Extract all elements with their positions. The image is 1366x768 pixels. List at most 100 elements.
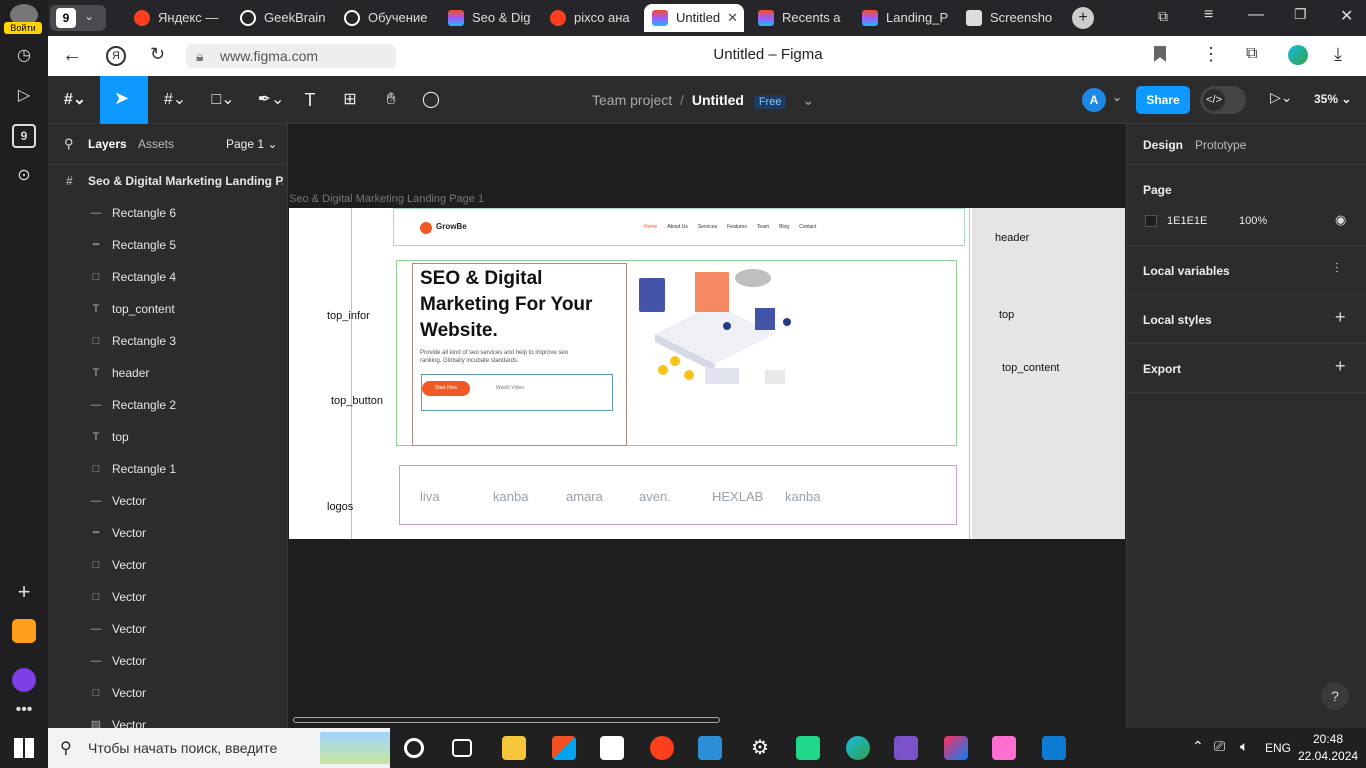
layer-item[interactable]: □ Vector [48, 549, 287, 581]
cortana-icon[interactable] [404, 738, 424, 758]
canvas[interactable]: Seo & Digital Marketing Landing Page 1 h… [289, 124, 1125, 728]
url-field[interactable]: 🔒︎ www.figma.com [186, 44, 396, 68]
layer-item[interactable]: — Vector [48, 645, 287, 677]
avatar[interactable]: A [1082, 88, 1106, 112]
share-button[interactable]: Share [1136, 86, 1190, 114]
horizontal-scrollbar[interactable] [293, 717, 720, 723]
site-nav-item[interactable]: Contact [799, 224, 816, 230]
layer-item[interactable]: — Vector [48, 485, 287, 517]
frame-tool-icon[interactable]: #⌄ [160, 88, 190, 112]
site-nav-item[interactable]: Features [727, 224, 747, 230]
logos-rect[interactable]: liva kanba amara aven. HEXLAB kanba [399, 465, 957, 525]
help-button[interactable]: ? [1321, 682, 1349, 710]
site-nav-item[interactable]: Home [644, 224, 657, 230]
paint-app-icon[interactable] [992, 736, 1016, 760]
page-selector[interactable]: Page 1 ⌄ [226, 137, 277, 151]
file-explorer-icon[interactable] [502, 736, 526, 760]
label-top-content[interactable]: top_content [1002, 362, 1060, 374]
chevron-up-icon[interactable]: ⌃ [1192, 738, 1204, 755]
media-icon[interactable]: ▷ [12, 84, 36, 108]
layer-item[interactable]: Ttop [48, 421, 287, 453]
edge-icon[interactable] [846, 736, 870, 760]
tab-landing[interactable]: Landing_P [854, 4, 954, 32]
top-content-rect[interactable]: SEO & Digital Marketing For Your Website… [412, 263, 627, 446]
label-top-infor[interactable]: top_infor [327, 310, 370, 322]
tab-yandex[interactable]: Яндекс — [126, 4, 226, 32]
landing-frame[interactable]: header top top_content top_infor top_but… [289, 208, 1125, 539]
dev-mode-toggle[interactable]: </> [1200, 86, 1246, 114]
mail-icon[interactable] [12, 619, 36, 643]
screenshot-icon[interactable]: ⊙ [12, 164, 36, 188]
language-indicator[interactable]: ENG [1265, 741, 1291, 755]
site-nav-item[interactable]: Team [757, 224, 769, 230]
layer-item[interactable]: — Rectangle 2 [48, 389, 287, 421]
yandex-logo-icon[interactable]: Я [106, 46, 126, 66]
add-export-icon[interactable]: + [1335, 356, 1346, 377]
start-now-button[interactable]: Start Now [422, 381, 470, 396]
local-variables-section[interactable]: Local variables ⫶ [1127, 246, 1366, 295]
add-icon[interactable]: + [12, 580, 36, 604]
network-icon[interactable]: ⎚ [1214, 738, 1225, 755]
export-section[interactable]: Export + [1127, 344, 1366, 393]
alice-icon[interactable] [12, 668, 36, 692]
clock-date[interactable]: 22.04.2024 [1298, 749, 1358, 763]
layer-item[interactable]: Theader [48, 357, 287, 389]
search-icon[interactable]: ⚲ [64, 136, 74, 152]
project-name[interactable]: Team project [592, 92, 672, 108]
login-button[interactable]: Войти [4, 22, 42, 34]
tab-prototype[interactable]: Prototype [1195, 138, 1246, 152]
header-rect[interactable]: GrowBe Home About Us Services Features Team B… [393, 208, 965, 246]
text-tool-icon[interactable]: T [300, 88, 320, 112]
frame-title[interactable]: Seo & Digital Marketing Landing Page 1 [289, 193, 484, 205]
site-nav-item[interactable]: Services [698, 224, 717, 230]
close-window-icon[interactable]: ✕ [1340, 6, 1353, 26]
task-view-icon[interactable] [452, 739, 472, 757]
layer-item[interactable]: □ Rectangle 1 [48, 453, 287, 485]
site-nav-item[interactable]: About Us [667, 224, 688, 230]
file-name[interactable]: Untitled [692, 92, 744, 108]
taskbar-search[interactable]: ⚲ Чтобы начать поиск, введите [48, 728, 390, 768]
chevron-down-icon[interactable]: ⌄ [802, 92, 814, 108]
components-icon[interactable]: ⊞ [340, 88, 360, 112]
app-icon[interactable] [698, 736, 722, 760]
tab-recents[interactable]: Recents a [750, 4, 850, 32]
tab-layers[interactable]: Layers [88, 137, 127, 151]
counter-icon[interactable]: 9 [12, 124, 36, 148]
tab-counter[interactable]: 9 ⌄ [50, 5, 106, 31]
more-icon[interactable]: ••• [12, 698, 36, 722]
layer-item[interactable]: ┅ Vector [48, 517, 287, 549]
hand-tool-icon[interactable]: ✋︎ [380, 88, 402, 112]
vscode-icon[interactable] [1042, 736, 1066, 760]
bookmark-icon[interactable] [1154, 46, 1166, 62]
present-icon[interactable]: ▷⌄ [1270, 89, 1293, 106]
tab-pixco[interactable]: pixco ана [542, 4, 642, 32]
clock-time[interactable]: 20:48 [1300, 732, 1356, 746]
label-top-button[interactable]: top_button [331, 395, 383, 407]
layer-item[interactable]: □ Vector [48, 677, 287, 709]
pycharm-icon[interactable] [796, 736, 820, 760]
label-logos[interactable]: logos [327, 501, 353, 513]
site-nav-item[interactable]: Blog [779, 224, 789, 230]
volume-icon[interactable]: 🔈︎ [1240, 738, 1248, 755]
add-style-icon[interactable]: + [1335, 307, 1346, 328]
tab-assets[interactable]: Assets [138, 137, 174, 151]
store-icon[interactable] [552, 736, 576, 760]
label-top[interactable]: top [999, 309, 1014, 321]
close-icon[interactable]: ✕ [727, 4, 738, 32]
color-value[interactable]: 1E1E1E [1167, 215, 1207, 227]
tab-screenshot[interactable]: Screensho [958, 4, 1058, 32]
layer-item[interactable]: ▨ Vector [48, 709, 287, 728]
layer-item[interactable]: □ Rectangle 3 [48, 325, 287, 357]
reload-icon[interactable]: ↻ [150, 44, 165, 65]
mail-icon[interactable] [600, 736, 624, 760]
tab-seo[interactable]: Seo & Dig [440, 4, 540, 32]
label-header[interactable]: header [995, 232, 1029, 244]
watch-video-link[interactable]: Watch Video [496, 385, 524, 391]
history-icon[interactable]: ◷ [12, 44, 36, 68]
new-tab-button[interactable]: + [1072, 7, 1094, 29]
layer-item[interactable]: □ Vector [48, 581, 287, 613]
more-vertical-icon[interactable]: ⋮ [1202, 44, 1220, 65]
minimize-icon[interactable]: — [1248, 6, 1264, 24]
tab-geekbrains[interactable]: GeekBrain [232, 4, 332, 32]
visual-studio-icon[interactable] [894, 736, 918, 760]
